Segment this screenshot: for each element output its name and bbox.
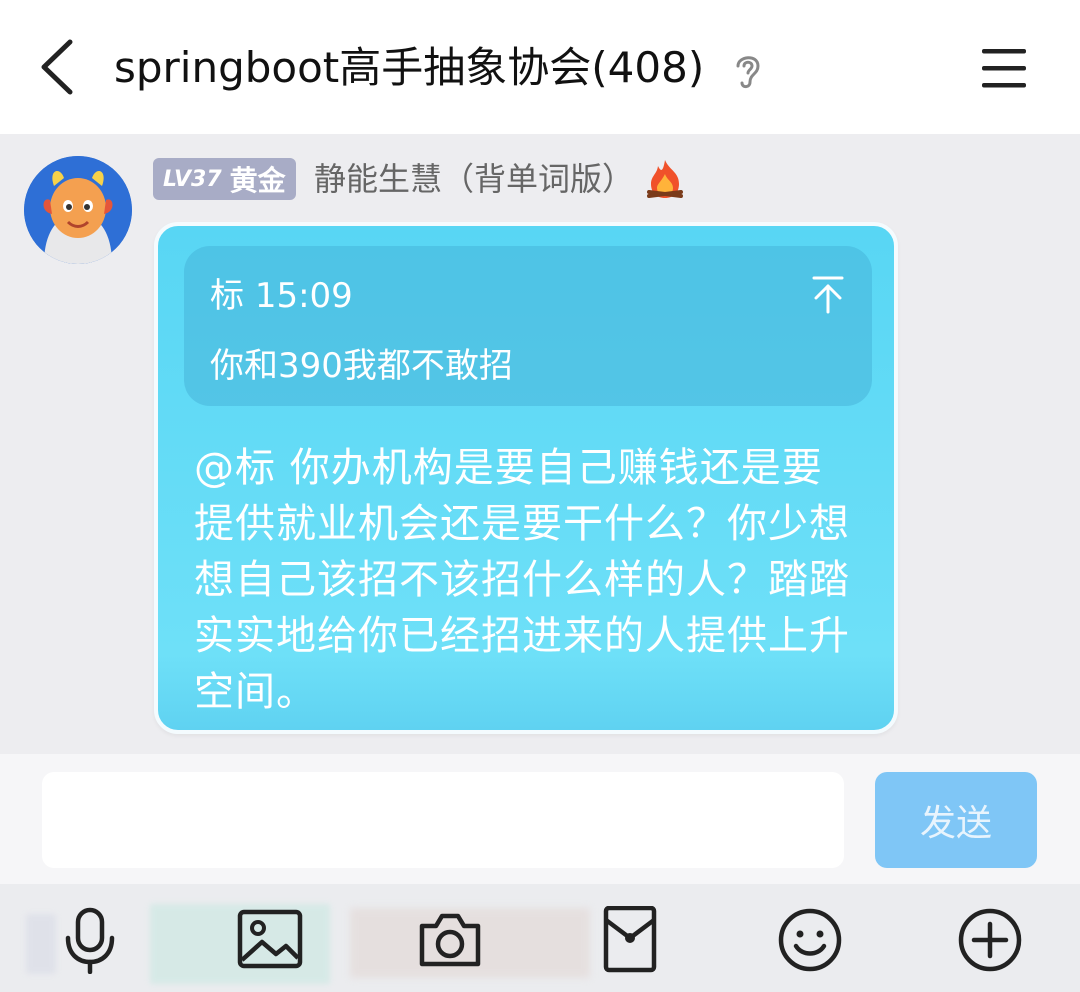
quote-text: 你和390我都不敢招 [210,346,513,386]
chat-area[interactable]: LV37 黄金 静能生慧（背单词版） 标 15:09 你和390我都不敢招 @标… [0,134,1080,754]
level-badge: LV37 黄金 [153,158,296,200]
jump-to-top-icon[interactable] [810,274,846,314]
avatar[interactable] [24,156,132,264]
send-button[interactable]: 发送 [875,772,1037,868]
quote-author: 标 [210,276,244,316]
emoji-icon[interactable] [776,906,844,974]
microphone-icon[interactable] [56,906,124,974]
chevron-left-icon[interactable] [30,36,90,98]
level-title: 黄金 [229,164,286,197]
chat-title[interactable]: springboot高手抽象协会(408) [114,38,704,98]
message-text: @标 你办机构是要自己赚钱还是要提供就业机会还是要干什么？你少想想自己该招不该招… [194,445,850,715]
level-number: LV37 [163,166,222,192]
bottom-toolbar [0,884,1080,992]
message-input[interactable] [42,772,844,868]
blurred-region [26,914,56,974]
sender-name[interactable]: 静能生慧（背单词版） [314,156,634,202]
red-packet-icon[interactable] [596,906,664,974]
top-bar: springboot高手抽象协会(408) [0,0,1080,134]
message-bubble[interactable]: 标 15:09 你和390我都不敢招 @标 你办机构是要自己赚钱还是要提供就业机… [154,222,898,734]
composer-bar: 发送 [0,754,1080,884]
image-icon[interactable] [236,906,304,974]
hamburger-menu-icon[interactable] [980,46,1028,90]
quote-time: 15:09 [254,276,353,316]
dragon-avatar-icon [24,156,132,264]
quoted-message[interactable]: 标 15:09 你和390我都不敢招 [184,246,872,406]
plus-icon[interactable] [956,906,1024,974]
fire-icon [647,160,683,198]
ear-icon[interactable] [730,50,766,90]
camera-icon[interactable] [416,906,484,974]
quote-header: 标 15:09 [210,268,353,317]
